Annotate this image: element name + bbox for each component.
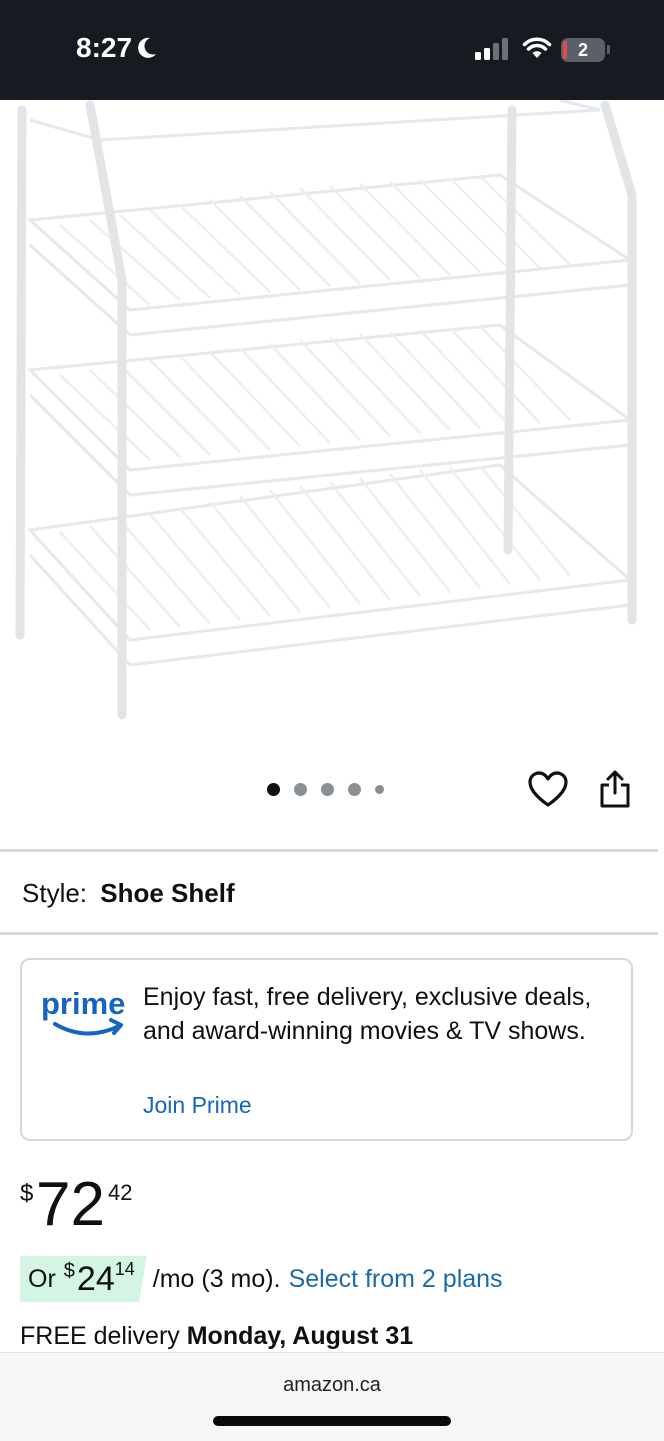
section-divider (0, 932, 658, 935)
image-carousel-dots[interactable] (267, 783, 384, 796)
battery-level-bar (563, 41, 567, 59)
price-whole: 72 (36, 1170, 105, 1239)
installment-prefix: Or (28, 1264, 56, 1293)
style-label: Style: (22, 878, 88, 908)
installment-currency: $ (63, 1259, 75, 1282)
installment-term: /mo (3 mo). (152, 1264, 281, 1293)
prime-logo-text: prime (41, 986, 125, 1021)
carousel-dot[interactable] (375, 785, 384, 794)
url-bar[interactable]: amazon.ca (0, 1374, 664, 1397)
select-plans-link[interactable]: Select from 2 plans (289, 1265, 503, 1294)
join-prime-link[interactable]: Join Prime (143, 1092, 252, 1119)
battery-cap (607, 45, 610, 54)
delivery-date: Monday, August 31 (186, 1322, 414, 1350)
wifi-icon (522, 37, 552, 58)
status-bar: 8:27 2 (0, 0, 664, 100)
installment-whole: 24 (76, 1259, 115, 1298)
home-indicator[interactable] (213, 1416, 451, 1426)
battery-percent: 2 (577, 40, 588, 60)
carousel-dot[interactable] (348, 783, 361, 796)
clock-text: 8:27 (76, 32, 133, 63)
prime-description: Enjoy fast, free delivery, exclusive dea… (143, 983, 592, 1045)
carousel-dot[interactable] (294, 783, 307, 796)
product-image[interactable] (0, 100, 664, 740)
price-fraction: 42 (108, 1180, 133, 1205)
installment-badge: Or $ 24 14 (20, 1256, 147, 1302)
section-divider (0, 849, 658, 852)
style-selector[interactable]: Style: Shoe Shelf (22, 878, 235, 909)
heart-icon[interactable] (528, 771, 568, 809)
prime-promo-card[interactable]: prime Enjoy fast, free delivery, exclusi… (20, 958, 633, 1141)
prime-logo: prime (41, 986, 125, 1036)
battery-indicator: 2 (561, 38, 605, 62)
delivery-prefix: FREE delivery (20, 1322, 180, 1350)
style-value: Shoe Shelf (100, 878, 235, 908)
share-icon[interactable] (599, 769, 631, 809)
cellular-signal-icon (475, 38, 508, 60)
carousel-dot[interactable] (321, 783, 334, 796)
delivery-info: FREE delivery Monday, August 31 (20, 1322, 413, 1351)
installment-row: Or $ 24 14 /mo (3 mo). Select from 2 pla… (20, 1256, 503, 1302)
status-time: 8:27 (76, 32, 158, 64)
moon-icon (138, 37, 157, 58)
price-currency-symbol: $ (20, 1180, 34, 1207)
installment-fraction: 14 (114, 1258, 135, 1279)
carousel-dot[interactable] (267, 783, 280, 796)
